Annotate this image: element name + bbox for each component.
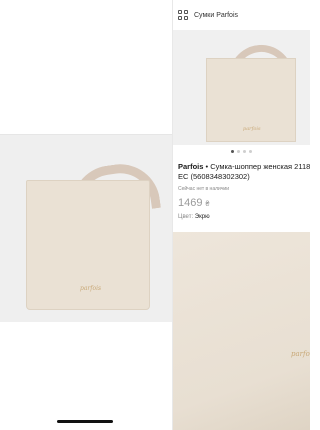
product-photo-main[interactable]: parfois (0, 135, 172, 322)
product-photo-closeup[interactable]: parfois (173, 232, 310, 430)
currency-symbol: ₴ (205, 201, 210, 208)
bag-logo: parfois (80, 285, 102, 292)
product-info: Parfois • Сумка-шоппер женская 2118 ЕС (… (178, 162, 310, 220)
product-code: ЕС (5608348302302) (178, 172, 250, 181)
product-photo-thumb[interactable]: parfois (173, 30, 310, 145)
price: 1469 ₴ (178, 197, 310, 209)
availability-text: Сейчас нет в наличии (178, 186, 230, 192)
product-title: Parfois • Сумка-шоппер женская 2118 (178, 162, 310, 172)
top-bar: Сумки Parfois (173, 0, 310, 30)
color-value: Экрю (194, 214, 210, 220)
pagination-dot[interactable] (231, 150, 234, 153)
bag-logo: parfois (291, 350, 310, 358)
price-value: 1469 (178, 197, 203, 209)
bag-logo: parfois (243, 126, 261, 132)
pagination-dot[interactable] (243, 150, 246, 153)
gallery-pagination (173, 150, 310, 153)
grid-icon[interactable] (178, 10, 188, 20)
pagination-dot[interactable] (237, 150, 240, 153)
color-label: Цвет: (178, 214, 194, 220)
pagination-dot[interactable] (249, 150, 252, 153)
bag-body (173, 232, 310, 430)
product-name: Сумка-шоппер женская 2118 (210, 162, 310, 171)
breadcrumb[interactable]: Сумки Parfois (194, 12, 238, 19)
home-indicator[interactable] (57, 420, 113, 423)
brand-name[interactable]: Parfois (178, 162, 203, 171)
color-row: Цвет: Экрю (178, 214, 310, 220)
